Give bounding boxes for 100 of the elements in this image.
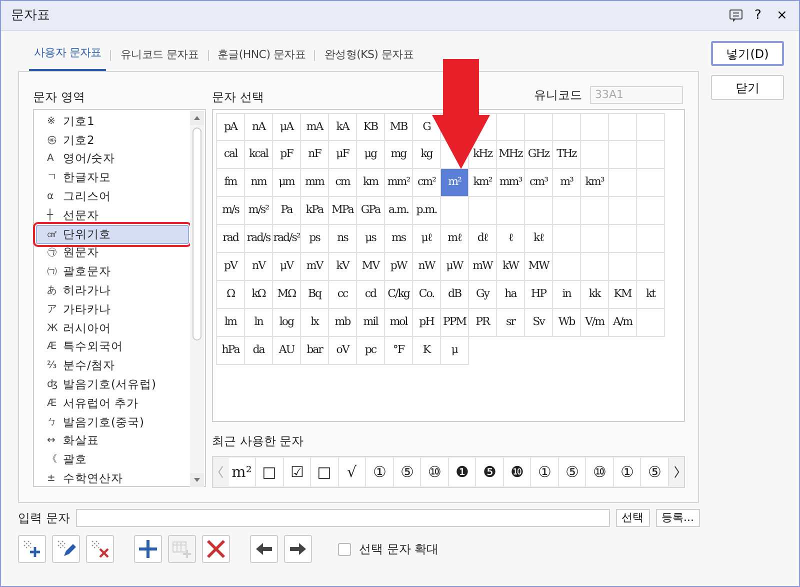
symbol-cell[interactable]: nm xyxy=(250,174,266,191)
symbol-cell[interactable]: ha xyxy=(504,286,516,303)
register-button[interactable]: 등록... xyxy=(656,509,700,527)
symbol-cell[interactable]: AU xyxy=(278,342,294,359)
symbol-cell[interactable]: μF xyxy=(336,146,349,163)
symbol-cell[interactable]: μW xyxy=(446,258,463,275)
recent-symbol[interactable]: √ xyxy=(338,458,366,486)
symbol-cell[interactable]: KM xyxy=(614,286,632,303)
symbol-cell[interactable]: mm² xyxy=(387,174,410,191)
symbol-cell[interactable]: pA xyxy=(224,119,237,136)
symbol-cell[interactable]: ps xyxy=(309,230,320,247)
symbol-cell[interactable]: MB xyxy=(390,119,408,136)
symbol-cell[interactable]: Gy xyxy=(476,286,489,303)
symbol-cell[interactable]: THz xyxy=(556,146,576,163)
select-button[interactable]: 선택 xyxy=(616,509,650,527)
symbol-cell[interactable]: bar xyxy=(306,342,322,359)
tab[interactable]: 완성형(KS) 문자표 xyxy=(319,46,418,71)
symbol-cell[interactable]: MHz xyxy=(498,146,522,163)
recent-symbol[interactable]: ⑤ xyxy=(394,458,421,486)
recent-symbol[interactable]: ① xyxy=(614,458,641,486)
list-item[interactable]: ↔ 화살표 xyxy=(36,432,189,450)
symbol-cell[interactable]: dB xyxy=(448,286,462,303)
symbol-cell[interactable]: MPa xyxy=(332,202,354,219)
symbol-cell[interactable]: rad/s xyxy=(246,230,270,247)
close-button[interactable]: × xyxy=(773,6,791,26)
symbol-cell[interactable]: cd xyxy=(364,286,376,303)
symbol-cell[interactable]: cc xyxy=(337,286,348,303)
recent-symbol[interactable]: □ xyxy=(311,458,338,486)
symbol-cell[interactable]: μℓ xyxy=(421,230,432,247)
symbol-cell[interactable]: pW xyxy=(390,258,407,275)
symbol-cell[interactable]: nW xyxy=(418,258,435,275)
list-item[interactable]: ㈀ 괄호문자 xyxy=(36,262,189,282)
symbol-cell[interactable]: km² xyxy=(473,174,492,191)
symbol-cell[interactable]: dℓ xyxy=(477,230,488,247)
symbol-cell[interactable]: mg xyxy=(390,146,406,163)
recent-symbol[interactable]: □ xyxy=(256,458,284,486)
tool-button[interactable] xyxy=(18,535,46,563)
symbol-cell[interactable]: kk xyxy=(588,286,600,303)
symbol-cell[interactable]: V/m xyxy=(584,314,604,331)
recent-symbol[interactable]: m² xyxy=(228,458,256,486)
list-item[interactable]: Æ 특수외국어 xyxy=(36,338,189,356)
symbol-cell[interactable]: mb xyxy=(334,314,350,331)
tool-button[interactable] xyxy=(52,535,80,563)
tab[interactable]: 유니코드 문자표 xyxy=(115,46,204,71)
symbol-cell[interactable]: kA xyxy=(336,119,349,136)
symbol-cell[interactable]: km xyxy=(362,174,378,191)
symbol-cell[interactable]: pc xyxy=(364,342,376,359)
symbol-cell[interactable]: lx xyxy=(310,314,318,331)
tool-button[interactable] xyxy=(134,535,162,563)
tab[interactable]: 훈글(HNC) 문자표 xyxy=(212,46,310,71)
symbol-cell[interactable]: μs xyxy=(365,230,376,247)
checkbox[interactable] xyxy=(338,542,351,556)
symbol-cell[interactable]: kg xyxy=(420,146,432,163)
symbol-cell[interactable]: Ω xyxy=(226,286,235,303)
recent-symbol[interactable]: ⑤ xyxy=(558,458,586,486)
symbol-cell[interactable]: HP xyxy=(531,286,546,303)
symbol-cell[interactable]: GPa xyxy=(360,202,380,219)
symbol-cell[interactable]: m/s xyxy=(222,202,239,219)
symbol-cell[interactable]: kW xyxy=(502,258,518,275)
symbol-cell[interactable]: G xyxy=(422,119,430,136)
symbol-cell[interactable]: kΩ xyxy=(252,286,266,303)
list-item[interactable]: ㄱ 한글자모 xyxy=(36,168,189,188)
recent-symbol[interactable]: ⑩ xyxy=(586,458,614,486)
symbol-cell[interactable]: kcal xyxy=(249,146,268,163)
symbol-cell[interactable]: A/m xyxy=(612,314,632,331)
symbol-cell[interactable]: μV xyxy=(280,258,294,275)
symbol-cell[interactable]: mW xyxy=(472,258,492,275)
symbol-cell[interactable]: fm xyxy=(224,174,237,191)
symbol-cell[interactable]: ℓ xyxy=(508,230,513,247)
symbol-cell[interactable]: ns xyxy=(337,230,348,247)
list-item[interactable]: ㉿ 기호2 xyxy=(36,130,189,150)
list-item[interactable]: ㄅ 발음기호(중국) xyxy=(36,412,189,432)
symbol-cell[interactable]: nV xyxy=(252,258,266,275)
tool-button[interactable] xyxy=(86,535,114,563)
list-item[interactable]: あ 히라가나 xyxy=(36,281,189,300)
list-item[interactable]: ㉠ 원문자 xyxy=(36,244,189,262)
symbol-cell[interactable]: cm² xyxy=(417,174,436,191)
list-item[interactable]: ┼ 선문자 xyxy=(36,206,189,225)
recent-symbol[interactable]: ☑ xyxy=(284,458,311,486)
symbol-cell[interactable]: pH xyxy=(419,314,434,331)
symbol-cell[interactable]: m² xyxy=(441,169,468,196)
list-item[interactable]: ア 가타카나 xyxy=(36,300,189,319)
symbol-cell[interactable]: mol xyxy=(390,314,408,331)
symbol-cell[interactable]: a.m. xyxy=(388,202,408,219)
symbol-cell[interactable]: km³ xyxy=(585,174,604,191)
symbol-cell[interactable]: log xyxy=(279,314,294,331)
symbol-cell[interactable]: cm³ xyxy=(529,174,548,191)
tool-button[interactable] xyxy=(284,535,312,563)
list-item[interactable]: ⅔ 분수/첨자 xyxy=(36,356,189,376)
next-icon[interactable] xyxy=(672,465,680,479)
symbol-cell[interactable]: MV xyxy=(362,258,380,275)
symbol-cell[interactable]: kt xyxy=(646,286,656,303)
symbol-cell[interactable]: mil xyxy=(363,314,378,331)
symbol-cell[interactable]: Pa xyxy=(280,202,292,219)
insert-button[interactable]: 넣기(D) xyxy=(711,41,784,66)
symbol-cell[interactable]: Sv xyxy=(532,314,544,331)
symbol-cell[interactable]: nF xyxy=(308,146,321,163)
symbol-cell[interactable]: lm xyxy=(224,314,236,331)
symbol-cell[interactable]: oV xyxy=(336,342,349,359)
symbol-cell[interactable]: da xyxy=(252,342,264,359)
